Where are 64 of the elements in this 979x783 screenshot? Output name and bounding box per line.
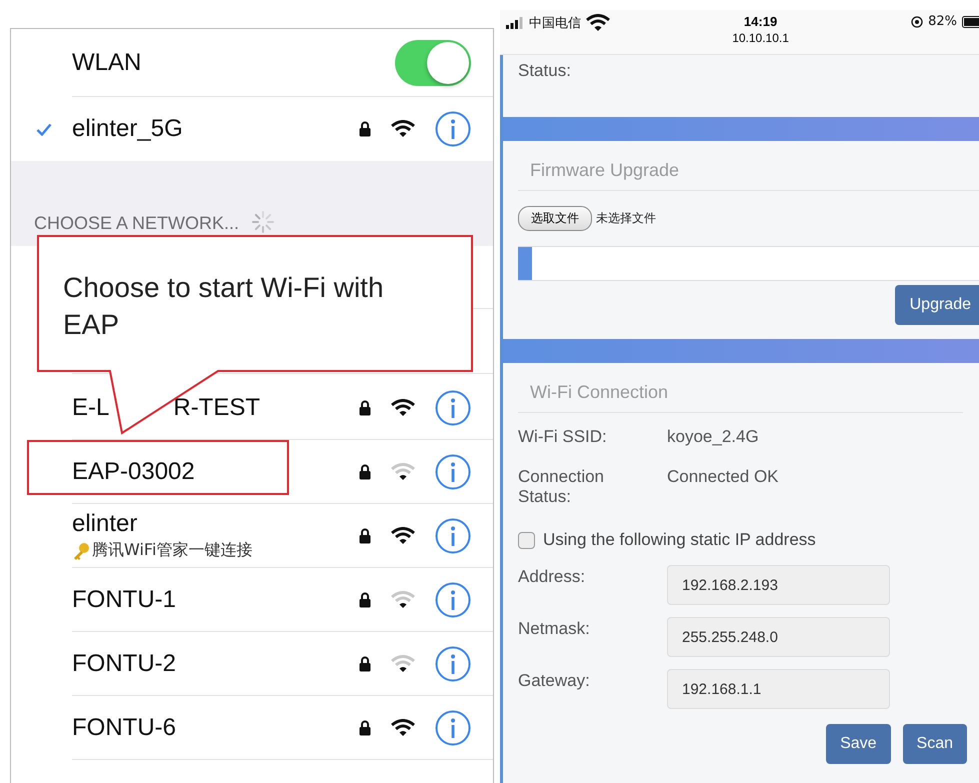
lock-icon	[359, 592, 371, 608]
lock-icon	[359, 720, 371, 736]
info-icon[interactable]	[435, 390, 471, 426]
wifi-signal-icon	[391, 526, 415, 544]
weak-wifi-signal-icon	[391, 654, 415, 672]
network-name[interactable]: FONTU-2	[72, 650, 176, 678]
wifi-signal-icon	[586, 14, 610, 32]
info-value: Connected OK	[667, 467, 779, 488]
section-title: Wi-Fi Connection	[530, 382, 668, 403]
file-status: 未选择文件	[596, 210, 656, 227]
wlan-toggle[interactable]	[395, 40, 471, 86]
network-name[interactable]: elinter_5G	[72, 115, 183, 143]
checkbox-label: Using the following static IP address	[543, 530, 816, 550]
weak-wifi-signal-icon	[391, 590, 415, 608]
info-icon[interactable]	[435, 582, 471, 618]
callout-text: Choose to start Wi-Fi with EAP	[63, 271, 385, 342]
lock-icon	[359, 528, 371, 544]
ip-input-field[interactable]: 192.168.2.193	[667, 565, 890, 605]
cellular-signal-icon	[506, 17, 524, 29]
weak-wifi-signal-icon	[391, 462, 415, 480]
wifi-signal-icon	[391, 120, 415, 138]
lock-icon	[359, 464, 371, 480]
network-name[interactable]: elinter	[72, 510, 138, 538]
action-button[interactable]: Save	[826, 724, 891, 764]
network-subtitle: 腾讯WiFi管家一键连接	[92, 540, 252, 561]
page-address: 10.10.10.1	[732, 31, 789, 45]
field-label: Address:	[518, 566, 586, 587]
action-button[interactable]: Scan	[902, 724, 967, 764]
choose-file-button[interactable]: 选取文件	[518, 206, 592, 231]
info-icon[interactable]	[435, 111, 471, 147]
field-label: Gateway:	[518, 670, 591, 691]
section-header: CHOOSE A NETWORK...	[34, 213, 240, 234]
network-name[interactable]: EAP-03002	[72, 458, 195, 486]
info-label: Connection Status:	[518, 467, 606, 507]
key-icon	[72, 542, 90, 560]
info-icon[interactable]	[435, 518, 471, 554]
info-icon[interactable]	[435, 646, 471, 682]
battery-icon	[962, 16, 979, 28]
status-label: Status:	[518, 61, 571, 80]
field-label: Netmask:	[518, 618, 591, 639]
upgrade-button[interactable]: Upgrade	[894, 285, 979, 325]
lock-icon	[359, 400, 371, 416]
battery-percentage: 82%	[928, 14, 957, 29]
network-name[interactable]: FONTU-1	[72, 586, 176, 614]
info-icon[interactable]	[435, 454, 471, 490]
ip-input-field[interactable]: 192.168.1.1	[667, 669, 890, 709]
static-ip-checkbox[interactable]	[518, 532, 535, 548]
network-name[interactable]: FONTU-6	[72, 714, 176, 742]
clock-time: 14:19	[744, 14, 778, 29]
lock-icon	[359, 121, 371, 137]
rotation-lock-icon	[911, 16, 924, 28]
network-name[interactable]: E-L	[72, 394, 110, 422]
spinner-icon	[251, 210, 276, 234]
info-label: Wi-Fi SSID:	[518, 427, 608, 448]
network-name[interactable]: R-TEST	[173, 394, 260, 422]
ip-input-field[interactable]: 255.255.248.0	[667, 617, 890, 657]
info-value: koyoe_2.4G	[667, 427, 759, 448]
wifi-signal-icon	[391, 718, 415, 736]
wifi-signal-icon	[391, 398, 415, 416]
carrier-name: 中国电信	[529, 15, 581, 32]
info-icon[interactable]	[435, 710, 471, 746]
lock-icon	[359, 656, 371, 672]
section-title: Firmware Upgrade	[530, 160, 680, 181]
wlan-label: WLAN	[72, 48, 142, 76]
